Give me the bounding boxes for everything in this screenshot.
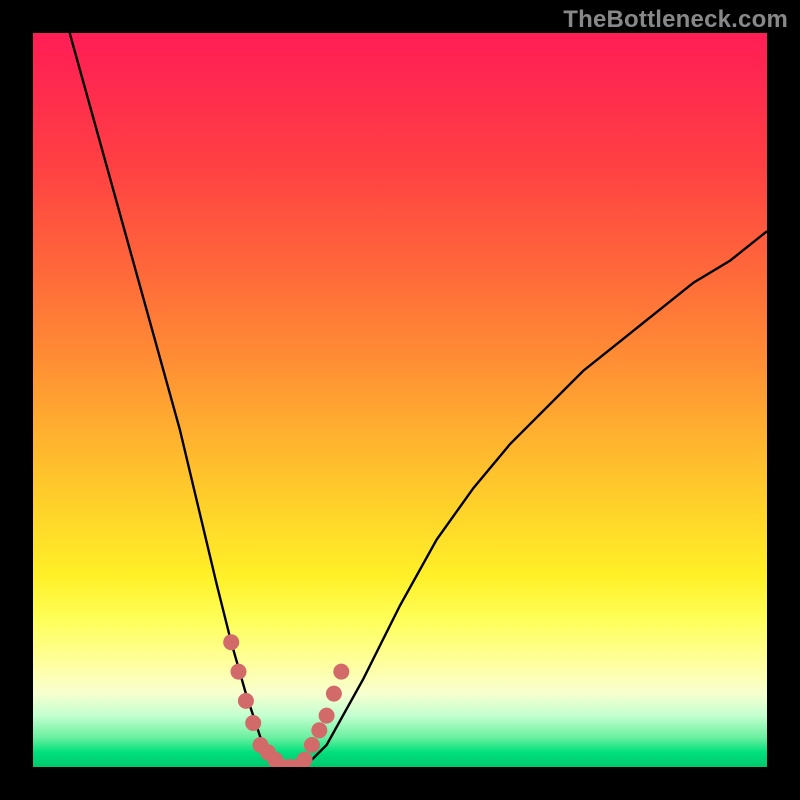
- gradient-background: [33, 33, 767, 767]
- chart-frame: TheBottleneck.com: [0, 0, 800, 800]
- watermark-text: TheBottleneck.com: [563, 6, 788, 34]
